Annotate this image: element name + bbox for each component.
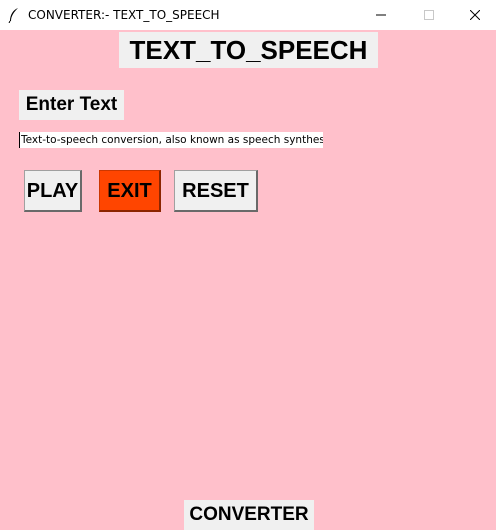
maximize-icon	[424, 10, 434, 20]
minimize-icon	[376, 14, 386, 16]
minimize-button[interactable]	[358, 0, 404, 30]
maximize-button[interactable]	[406, 0, 452, 30]
page-title: TEXT_TO_SPEECH	[119, 32, 378, 68]
exit-button[interactable]: EXIT	[99, 170, 161, 212]
footer-label: CONVERTER	[184, 500, 314, 530]
play-button[interactable]: PLAY	[24, 170, 82, 212]
title-bar[interactable]: CONVERTER:- TEXT_TO_SPEECH	[0, 0, 496, 30]
window-title: CONVERTER:- TEXT_TO_SPEECH	[28, 8, 220, 22]
text-input[interactable]	[19, 132, 323, 148]
close-icon	[470, 10, 480, 20]
reset-button[interactable]: RESET	[174, 170, 258, 212]
main-area: TEXT_TO_SPEECH Enter Text PLAY EXIT RESE…	[0, 30, 496, 530]
feather-icon	[8, 7, 20, 24]
close-button[interactable]	[452, 0, 496, 30]
app-window: CONVERTER:- TEXT_TO_SPEECH TEXT_TO_SPEEC…	[0, 0, 496, 530]
enter-text-label: Enter Text	[19, 90, 124, 120]
